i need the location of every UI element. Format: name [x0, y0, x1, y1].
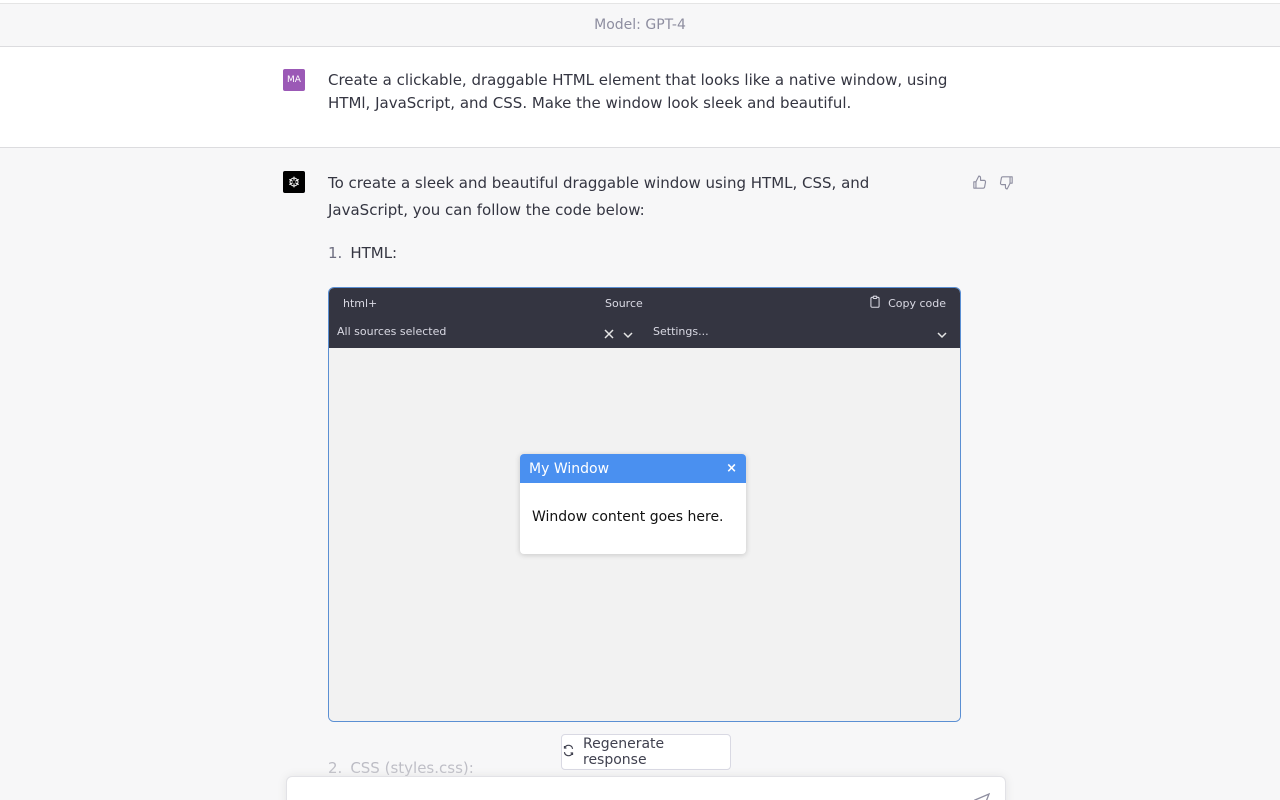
preview-window-content: Window content goes here.	[532, 509, 724, 525]
user-avatar: MA	[283, 69, 305, 91]
code-block: html+ Source Copy code All sources selec…	[328, 287, 961, 722]
settings-select[interactable]: Settings...	[653, 325, 709, 338]
openai-logo-icon	[283, 171, 305, 193]
chevron-down-icon[interactable]	[622, 326, 634, 339]
code-language: html+	[343, 297, 378, 310]
send-icon[interactable]	[973, 792, 991, 800]
list-item: 2. CSS (styles.css):	[328, 759, 474, 777]
model-bar: Model: GPT-4	[0, 4, 1280, 47]
close-icon[interactable]	[603, 325, 615, 339]
assistant-intro-text: To create a sleek and beautiful draggabl…	[328, 174, 870, 219]
list-label: HTML:	[350, 244, 398, 262]
copy-code-button[interactable]: Copy code	[868, 295, 946, 312]
model-label: Model: GPT-4	[594, 17, 686, 33]
list-number: 1.	[328, 244, 343, 262]
user-message-text: Create a clickable, draggable HTML eleme…	[328, 71, 948, 112]
feedback-buttons	[971, 174, 1015, 195]
code-preview: My Window × Window content goes here.	[329, 348, 960, 721]
clipboard-icon	[868, 295, 882, 312]
list-number: 2.	[328, 759, 343, 777]
list-label: CSS (styles.css):	[350, 759, 474, 777]
thumbs-down-icon[interactable]	[998, 174, 1015, 195]
sources-select[interactable]: All sources selected	[337, 325, 446, 338]
list-item: 1. HTML:	[328, 244, 397, 262]
thumbs-up-icon[interactable]	[971, 174, 988, 195]
message-input[interactable]	[286, 776, 1006, 800]
regenerate-label: Regenerate response	[583, 736, 665, 768]
regenerate-response-button[interactable]: Regenerate response	[561, 734, 731, 770]
preview-window-titlebar[interactable]: My Window ×	[520, 454, 746, 483]
copy-code-label: Copy code	[888, 297, 946, 310]
refresh-icon	[562, 744, 575, 761]
chevron-down-icon[interactable]	[936, 326, 948, 339]
preview-window[interactable]: My Window × Window content goes here.	[520, 454, 746, 554]
source-tab[interactable]: Source	[605, 297, 643, 310]
preview-window-title: My Window	[529, 460, 610, 477]
code-header: html+ Source Copy code All sources selec…	[329, 288, 960, 348]
preview-window-close-button[interactable]: ×	[726, 461, 737, 476]
